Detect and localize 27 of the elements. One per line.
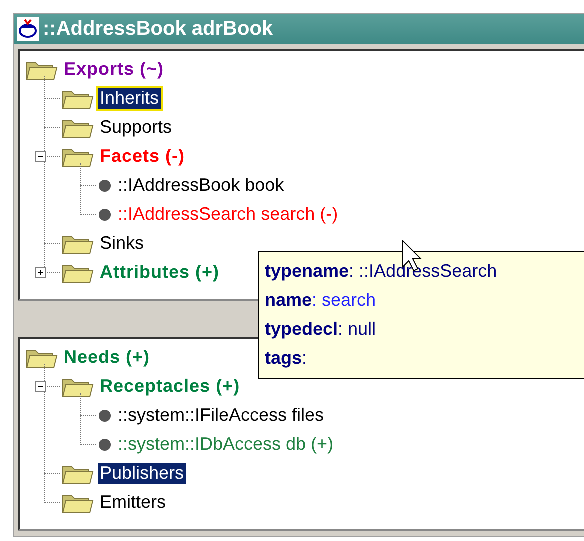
minus-icon[interactable] [35, 381, 46, 392]
plus-icon[interactable] [35, 267, 46, 278]
tooltip-line: typename: ::IAddressSearch [265, 260, 498, 283]
bullet-icon [98, 178, 112, 192]
tooltip-line: name: search [265, 289, 378, 312]
tree-item[interactable]: Attributes (+) [98, 262, 222, 283]
bullet-icon [98, 208, 112, 222]
tree-item[interactable]: Facets (-) [98, 146, 188, 167]
tree-item[interactable]: ::IAddressBook book [116, 175, 286, 196]
bullet-icon [98, 408, 112, 422]
tooltip-line: typedecl: null [265, 318, 378, 341]
tree-item[interactable]: Receptacles (+) [98, 376, 242, 397]
tree-item[interactable]: ::system::IDbAccess db (+) [116, 434, 336, 455]
tree-item[interactable]: Needs (+) [62, 347, 152, 368]
app-icon [17, 17, 39, 41]
tree-item[interactable]: Inherits [98, 88, 162, 109]
tree-item[interactable]: Emitters [98, 492, 168, 513]
window-title: ::AddressBook adrBook [43, 18, 274, 40]
tree-item[interactable]: Publishers [98, 463, 186, 484]
tree-item[interactable]: Supports [98, 117, 174, 138]
tooltip-line: tags: [265, 347, 308, 370]
minus-icon[interactable] [35, 151, 46, 162]
tree-item[interactable]: Exports (~) [62, 59, 166, 80]
tree-item[interactable]: Sinks [98, 233, 146, 254]
tree-item[interactable]: ::system::IFileAccess files [116, 405, 326, 426]
tree-item[interactable]: ::IAddressSearch search (-) [116, 204, 340, 225]
bullet-icon [98, 438, 112, 452]
